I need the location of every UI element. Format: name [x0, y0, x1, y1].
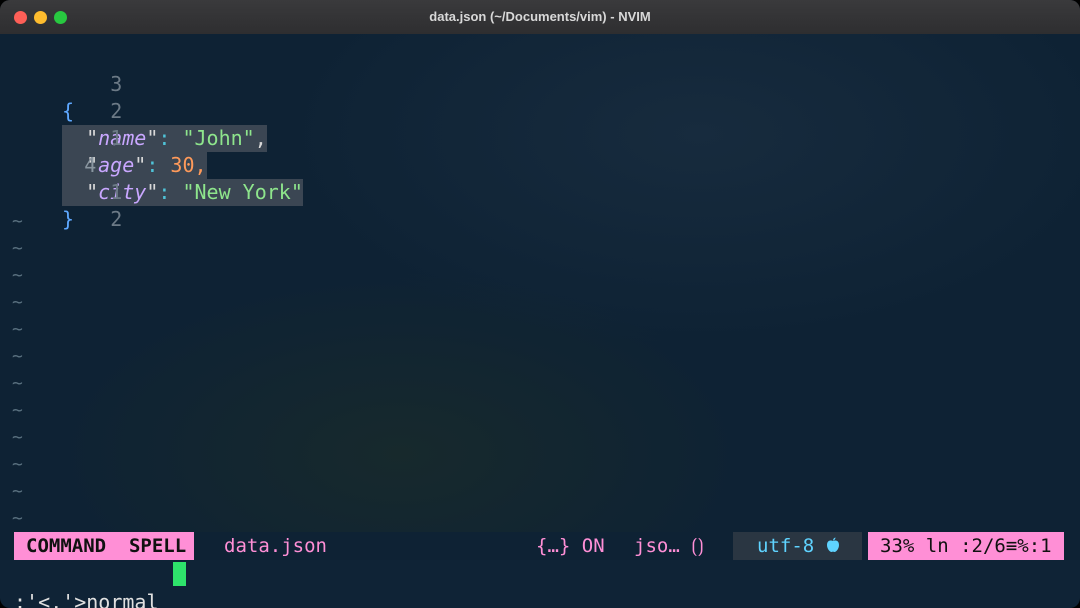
fold-status: {…} ON: [536, 535, 605, 557]
command-text[interactable]: :'<,'>normal: [14, 588, 171, 608]
empty-line-tilde: ~: [12, 292, 23, 313]
buffer-line[interactable]: 2: [0, 179, 122, 231]
nvim-window: data.json (~/Documents/vim) - NVIM 3 { 2…: [0, 0, 1080, 608]
empty-line-tilde: ~: [12, 481, 23, 502]
json-key: age: [98, 153, 135, 177]
json-value: John: [194, 126, 243, 150]
encoding-indicator: utf-8: [733, 532, 862, 560]
command-line[interactable]: :'<,'>normal: [0, 560, 1080, 608]
empty-line-tilde: ~: [12, 319, 23, 340]
line-number: 3: [110, 72, 123, 96]
buffer-line[interactable]: 3 {: [0, 44, 122, 123]
line-number: 2: [110, 99, 123, 123]
empty-line-tilde: ~: [12, 211, 23, 232]
apple-icon: [826, 537, 839, 552]
json-value: New York: [194, 180, 291, 204]
json-value: 30: [170, 153, 195, 177]
empty-line-tilde: ~: [12, 508, 23, 529]
titlebar: data.json (~/Documents/vim) - NVIM: [0, 0, 1080, 35]
empty-line-tilde: ~: [12, 400, 23, 421]
status-filename: data.json: [224, 535, 327, 557]
empty-line-tilde: ~: [12, 346, 23, 367]
cursor-position: 33% ln :2/6≡%:1: [868, 532, 1064, 560]
line-number: 2: [110, 207, 123, 231]
line-number: 1: [110, 180, 123, 204]
text-cursor: [173, 562, 186, 586]
buffer-line[interactable]: 2 "name": "John",: [0, 71, 267, 152]
mode-indicator: COMMAND SPELL: [14, 532, 195, 560]
empty-line-tilde: ~: [12, 373, 23, 394]
window-title: data.json (~/Documents/vim) - NVIM: [429, 9, 651, 24]
empty-line-tilde: ~: [12, 238, 23, 259]
line-number: 1: [110, 126, 123, 150]
statusline: COMMAND SPELL data.json {…} ON jso… ⟮⟯ u…: [0, 532, 1080, 560]
filetype-indicator: jso… ⟮⟯: [634, 535, 704, 557]
empty-line-tilde: ~: [12, 427, 23, 448]
editor-buffer[interactable]: 3 { 2 "name": "John", 1 "age": 30, 4 "ci…: [0, 34, 1080, 532]
buffer-line[interactable]: 1 "age": 30,: [0, 98, 207, 179]
empty-line-tilde: ~: [12, 454, 23, 475]
buffer-line[interactable]: 1 }: [0, 152, 122, 231]
buffer-line-current[interactable]: 4 "city": "New York": [0, 125, 303, 206]
current-line-number: 4: [84, 153, 97, 177]
empty-line-tilde: ~: [12, 265, 23, 286]
